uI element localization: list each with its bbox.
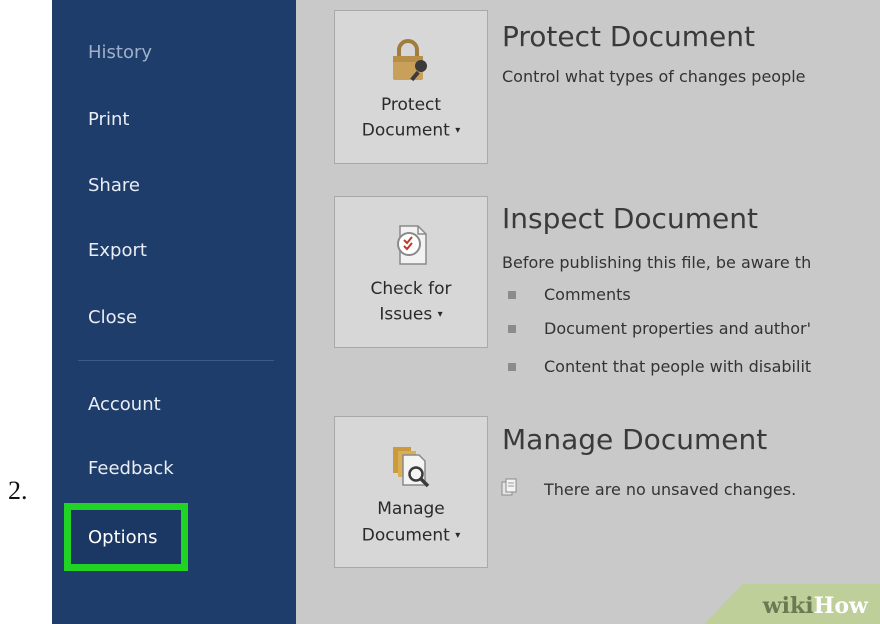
document-versions-icon — [501, 478, 517, 496]
manage-document-label-2: Document ▾ — [361, 525, 461, 546]
manage-document-title: Manage Document — [502, 423, 768, 456]
bullet-marker — [508, 291, 516, 299]
protect-document-label: Protect — [380, 95, 442, 115]
wikihow-watermark: wikiHow — [762, 593, 868, 619]
chevron-down-icon: ▾ — [455, 125, 461, 136]
bullet-marker — [508, 325, 516, 333]
check-for-issues-label: Check for — [370, 279, 452, 299]
chevron-down-icon: ▾ — [437, 309, 443, 320]
manage-document-icon — [393, 447, 430, 488]
manage-document-button[interactable]: Manage Document ▾ — [334, 416, 488, 568]
inspect-document-icon — [397, 225, 427, 265]
info-panel: Protect Document ▾ Protect Document Cont… — [296, 0, 880, 624]
sidebar-divider — [78, 360, 274, 361]
sidebar-item-history[interactable]: History — [88, 42, 152, 63]
inspect-bullet-accessibility: Content that people with disabilit — [544, 357, 812, 376]
inspect-bullet-properties: Document properties and author' — [544, 319, 812, 338]
protect-document-description: Control what types of changes people — [502, 67, 806, 86]
sidebar-item-share[interactable]: Share — [88, 175, 140, 196]
inspect-bullet-comments: Comments — [544, 285, 631, 304]
inspect-document-description: Before publishing this file, be aware th — [502, 253, 812, 272]
backstage-view: History Print Share Export Close Account… — [52, 0, 880, 624]
sidebar-item-feedback[interactable]: Feedback — [88, 458, 174, 479]
lock-icon — [393, 39, 427, 82]
step-number: 2. — [8, 476, 28, 505]
backstage-sidebar: History Print Share Export Close Account… — [52, 0, 296, 624]
sidebar-item-close[interactable]: Close — [88, 307, 137, 328]
unsaved-changes-status: There are no unsaved changes. — [544, 480, 797, 499]
check-for-issues-label-2: Issues ▾ — [379, 304, 443, 325]
protect-document-button[interactable]: Protect Document ▾ — [334, 10, 488, 164]
inspect-document-title: Inspect Document — [502, 202, 758, 235]
manage-document-label: Manage — [377, 499, 445, 519]
check-for-issues-button[interactable]: Check for Issues ▾ — [334, 196, 488, 348]
sidebar-item-export[interactable]: Export — [88, 240, 147, 261]
options-highlight-box: Options — [64, 503, 188, 571]
protect-document-title: Protect Document — [502, 20, 755, 53]
sidebar-item-print[interactable]: Print — [88, 109, 129, 130]
chevron-down-icon: ▾ — [455, 530, 461, 541]
bullet-marker — [508, 363, 516, 371]
sidebar-item-account[interactable]: Account — [88, 394, 161, 415]
sidebar-item-options[interactable]: Options — [88, 527, 157, 548]
protect-document-label-2: Document ▾ — [361, 120, 461, 141]
